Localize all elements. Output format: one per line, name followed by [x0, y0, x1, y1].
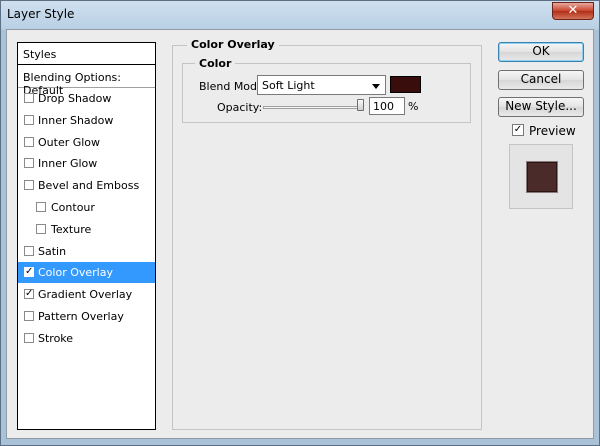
style-item-label: Drop Shadow	[38, 92, 112, 105]
styles-list: Styles Blending Options: Default Drop Sh…	[17, 42, 156, 430]
style-checkbox[interactable]	[36, 202, 46, 212]
style-item-label: Bevel and Emboss	[38, 179, 140, 193]
new-style-button[interactable]: New Style...	[498, 97, 584, 117]
dialog-client-area: Styles Blending Options: Default Drop Sh…	[6, 29, 594, 439]
style-item-label: Gradient Overlay	[38, 288, 133, 302]
group-title: Color Overlay	[187, 38, 279, 51]
style-item-label: Pattern Overlay	[38, 310, 124, 323]
preview-label: Preview	[529, 124, 576, 138]
style-checkbox[interactable]: ✓	[24, 289, 34, 300]
opacity-unit: %	[408, 100, 419, 113]
style-item-label: Satin	[38, 244, 67, 258]
opacity-slider-track[interactable]	[263, 106, 364, 109]
style-item-label: Color Overlay	[38, 266, 113, 280]
style-checkbox[interactable]	[24, 158, 34, 169]
window-title: Layer Style	[7, 7, 75, 21]
style-item-label: Inner Glow	[38, 157, 98, 171]
style-item-drop-shadow[interactable]: Drop Shadow	[18, 88, 155, 109]
style-item-gradient-overlay[interactable]: ✓ Gradient Overlay	[18, 284, 155, 305]
style-item-stroke[interactable]: Stroke	[18, 328, 155, 349]
style-item-label: Inner Shadow	[38, 113, 114, 127]
overlay-color-swatch[interactable]	[390, 76, 421, 93]
opacity-label: Opacity:	[217, 101, 263, 114]
opacity-slider-thumb[interactable]	[357, 99, 364, 111]
style-item-inner-glow[interactable]: Inner Glow	[18, 153, 155, 174]
dropdown-arrow-icon	[372, 84, 380, 89]
blending-options-item[interactable]: Blending Options: Default	[18, 65, 155, 97]
style-checkbox[interactable]	[24, 332, 34, 343]
style-item-inner-shadow[interactable]: Inner Shadow	[18, 110, 155, 131]
style-checkbox[interactable]	[24, 114, 34, 125]
style-item-outer-glow[interactable]: Outer Glow	[18, 132, 155, 153]
style-checkbox[interactable]	[36, 223, 46, 234]
blend-mode-value: Soft Light	[262, 79, 315, 92]
style-checkbox[interactable]	[24, 180, 34, 191]
color-subgroup-title: Color	[195, 57, 236, 70]
layer-style-dialog: Layer Style ✕ Styles Blending Options: D…	[0, 0, 600, 446]
style-item-label: Texture	[51, 222, 92, 236]
styles-header[interactable]: Styles	[18, 43, 155, 65]
style-item-satin[interactable]: Satin	[18, 241, 155, 262]
blend-mode-select[interactable]: Soft Light	[257, 75, 386, 95]
style-checkbox[interactable]: ✓	[24, 267, 34, 278]
style-item-pattern-overlay[interactable]: Pattern Overlay	[18, 306, 155, 327]
style-item-color-overlay[interactable]: ✓ Color Overlay	[18, 262, 155, 284]
style-item-bevel-and-emboss[interactable]: Bevel and Emboss	[18, 175, 155, 196]
preview-square	[527, 162, 557, 192]
style-item-label: Outer Glow	[38, 135, 101, 149]
style-checkbox[interactable]	[24, 93, 34, 103]
opacity-input[interactable]: 100	[369, 97, 405, 115]
style-item-label: Contour	[51, 201, 95, 214]
preview-thumbnail	[509, 144, 573, 209]
preview-checkbox[interactable]: ✓	[512, 124, 524, 136]
style-item-contour[interactable]: Contour	[18, 197, 155, 218]
style-item-texture[interactable]: Texture	[18, 219, 155, 240]
cancel-button[interactable]: Cancel	[498, 70, 584, 90]
title-bar[interactable]: Layer Style ✕	[1, 1, 600, 29]
ok-button[interactable]: OK	[498, 42, 584, 62]
style-checkbox[interactable]	[24, 136, 34, 147]
style-item-label: Stroke	[38, 331, 74, 345]
close-button[interactable]: ✕	[552, 2, 594, 20]
style-checkbox[interactable]	[24, 245, 34, 256]
style-checkbox[interactable]	[24, 311, 34, 321]
